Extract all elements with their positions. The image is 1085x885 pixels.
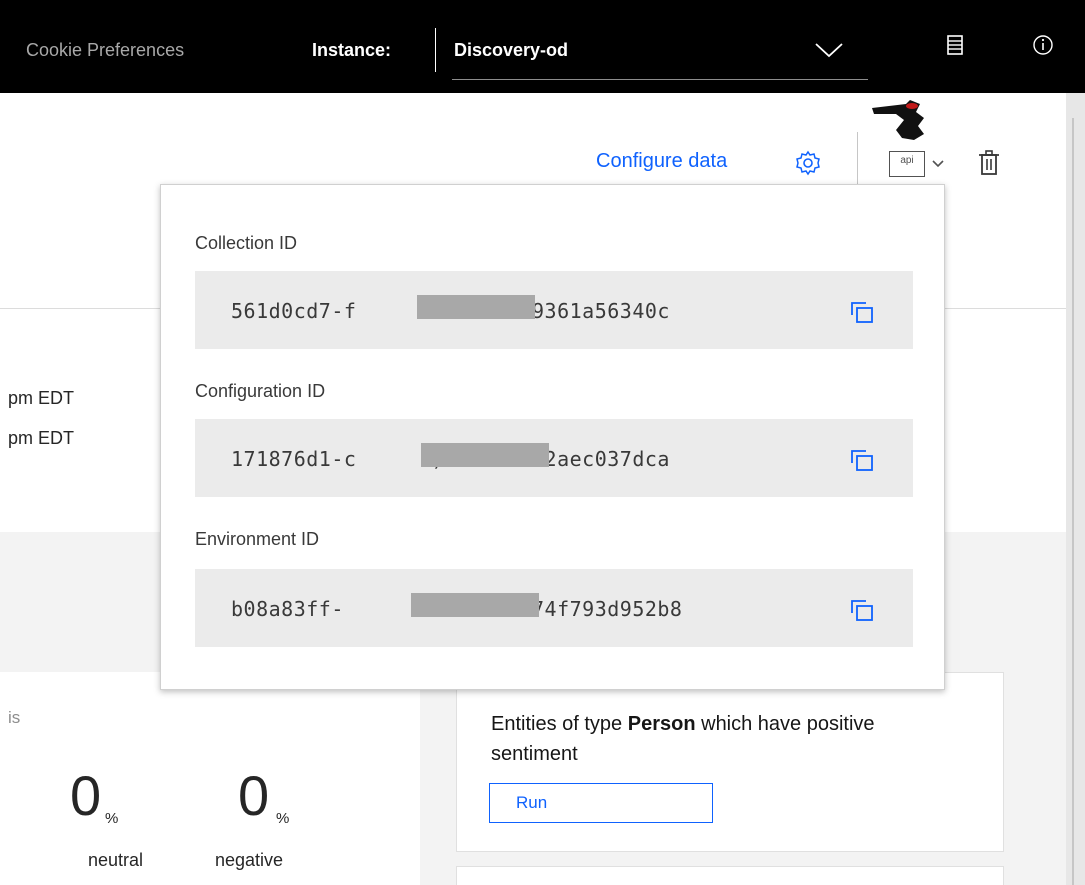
top-nav-bar: Cookie Preferences Instance: Discovery-o…	[0, 0, 1085, 93]
negative-label: negative	[215, 850, 284, 870]
trash-icon[interactable]	[976, 149, 1002, 177]
instance-divider	[435, 28, 436, 72]
environment-id-label: Environment ID	[195, 529, 320, 549]
cookie-preferences-link[interactable]: Cookie Preferences	[26, 40, 184, 61]
redaction-overlay	[411, 593, 539, 617]
neutral-percent-value: 0	[70, 764, 102, 827]
run-query-button[interactable]: Run	[489, 783, 713, 823]
configure-data-link[interactable]: Configure data	[596, 150, 727, 173]
copy-icon[interactable]	[849, 301, 875, 325]
neutral-percent-unit: %	[105, 810, 119, 827]
query-card	[456, 866, 1004, 885]
negative-percent-unit: %	[276, 810, 290, 827]
collection-id-label: Collection ID	[195, 233, 298, 253]
sentiment-card-title-fragment: is	[8, 708, 21, 727]
sentiment-card	[0, 672, 420, 885]
toolbar-divider	[857, 132, 858, 186]
section-divider	[0, 308, 160, 309]
section-divider	[945, 308, 1066, 309]
query-card: Entities of type Person which have posit…	[456, 672, 1004, 852]
api-details-popover: Collection ID 561d0cd7-f 5-8f2f-49361a56…	[160, 184, 945, 690]
instance-dropdown-value: Discovery-od	[454, 40, 569, 60]
collection-id-field[interactable]: 561d0cd7-f 5-8f2f-49361a56340c	[195, 271, 913, 349]
query-text-part: Entities of type	[491, 713, 628, 735]
environment-id-field[interactable]: b08a83ff- u2d-a02c-74f793d952b8	[195, 569, 913, 647]
configuration-id-field[interactable]: 171876d1-c )-a1f5-fe2aec037dca	[195, 419, 913, 497]
docs-icon[interactable]	[944, 34, 966, 56]
scrollbar[interactable]	[1066, 93, 1085, 885]
chevron-down-icon	[815, 43, 843, 58]
neutral-label: neutral	[88, 850, 144, 870]
timestamp-fragment: pm EDT	[8, 428, 75, 448]
cursor-smudge	[872, 100, 924, 140]
api-icon[interactable]: api	[889, 151, 925, 177]
redaction-overlay	[417, 295, 535, 319]
gear-icon[interactable]	[795, 150, 821, 176]
scrollbar-track	[1072, 118, 1074, 885]
timestamp-fragment: pm EDT	[8, 388, 75, 408]
query-card-text: Entities of type Person which have posit…	[491, 709, 891, 769]
configuration-id-label: Configuration ID	[195, 381, 326, 401]
copy-icon[interactable]	[849, 449, 875, 473]
info-icon[interactable]	[1032, 34, 1054, 56]
instance-dropdown[interactable]: Discovery-od	[452, 22, 868, 80]
copy-icon[interactable]	[849, 599, 875, 623]
instance-label: Instance:	[312, 40, 392, 60]
redaction-overlay	[421, 443, 549, 467]
negative-percent-value: 0	[238, 764, 270, 827]
chevron-down-icon[interactable]	[930, 155, 946, 171]
query-text-entity-type: Person	[627, 713, 696, 735]
